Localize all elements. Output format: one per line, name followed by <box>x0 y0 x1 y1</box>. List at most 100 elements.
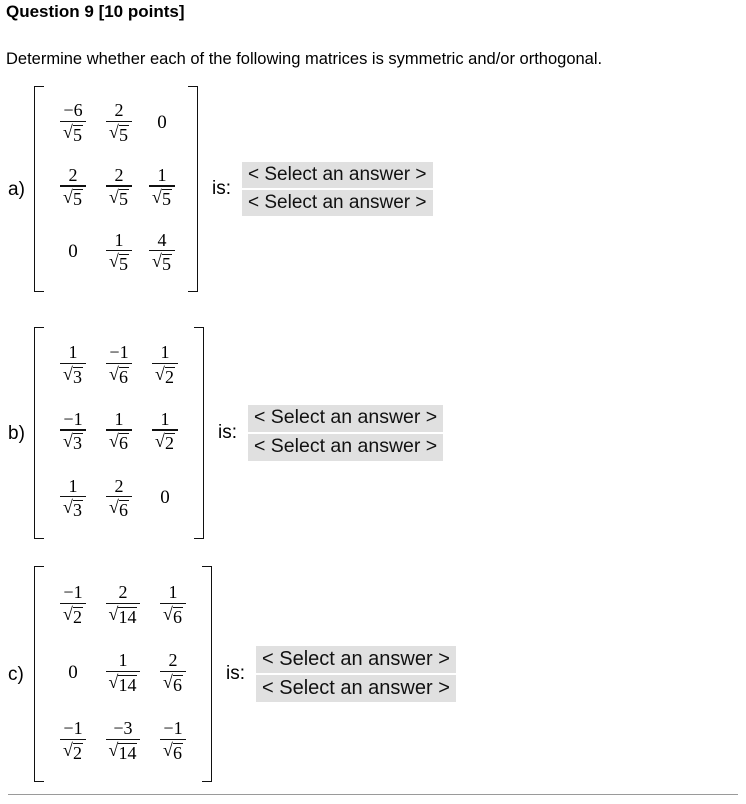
square-root-icon: √ 2 <box>63 741 83 762</box>
square-root-icon: √ 6 <box>109 432 129 453</box>
fraction-denominator: √ 6 <box>160 740 186 762</box>
fraction-numerator: 1 <box>157 165 167 186</box>
radical-sign: √ <box>63 122 73 143</box>
square-root-icon: √ 2 <box>63 605 83 626</box>
problem-b: b) 1 √ 3 −1 √ 6 1 √ 2 −1 √ 3 1 √ 6 1 √ 2 1 √ 3 2 √ 6 0 is: < Sel… <box>0 327 444 539</box>
radicand-value: 6 <box>118 366 129 387</box>
select-orthogonality-a[interactable]: < Select an answer > <box>242 190 433 217</box>
radical-sign: √ <box>109 186 119 207</box>
fraction: −1 √ 2 <box>60 582 86 627</box>
fraction-denominator: √ 14 <box>106 604 141 626</box>
radicand-value: 3 <box>72 433 83 454</box>
page-title: Question 9 [10 points] <box>6 2 185 21</box>
fraction-numerator: −6 <box>63 100 83 121</box>
matrix-row: 1 √ 3 −1 √ 6 1 √ 2 <box>50 333 188 397</box>
matrix-row: 0 1 √ 14 2 √ 6 <box>50 640 196 706</box>
fraction-denominator: √ 5 <box>106 187 132 209</box>
fraction: 2 √ 5 <box>106 165 132 210</box>
fraction-denominator: √ 3 <box>60 364 86 386</box>
fraction-numerator: 2 <box>168 650 178 671</box>
radicand-value: 2 <box>72 606 83 627</box>
fraction: 1 √ 5 <box>149 165 175 210</box>
fraction-denominator: √ 5 <box>149 187 175 209</box>
fraction: 1 √ 6 <box>106 409 132 454</box>
matrix-cell-value: 0 <box>160 487 170 509</box>
square-root-icon: √ 6 <box>163 741 183 762</box>
radical-sign: √ <box>155 364 165 385</box>
radicand-value: 5 <box>72 124 83 145</box>
matrix-row: −1 √ 2 2 √ 14 1 √ 6 <box>50 572 196 638</box>
problem-a-is-label: is: <box>212 178 231 199</box>
radicand-value: 5 <box>72 189 83 210</box>
matrix-left-bracket <box>34 566 44 782</box>
square-root-icon: √ 5 <box>109 123 129 144</box>
matrix-cell: 1 √ 14 <box>105 650 141 695</box>
square-root-icon: √ 6 <box>109 498 129 519</box>
square-root-icon: √ 14 <box>109 673 138 694</box>
select-symmetry-c[interactable]: < Select an answer > <box>256 645 456 673</box>
fraction-denominator: √ 5 <box>60 187 86 209</box>
radical-sign: √ <box>109 251 119 272</box>
radical-sign: √ <box>63 604 73 625</box>
problem-a: a) −6 √ 5 2 √ 5 0 2 √ 5 2 √ 5 1 √ 5 0 1 √ 5 4 √ 5 is: < Select… <box>0 86 433 292</box>
fraction: 1 √ 14 <box>105 650 141 695</box>
radicand-value: 14 <box>118 606 138 627</box>
problem-b-select-stack: < Select an answer > < Select an answer … <box>248 405 444 461</box>
radical-sign: √ <box>163 672 173 693</box>
square-root-icon: √ 3 <box>63 365 83 386</box>
fraction-denominator: √ 6 <box>160 604 186 626</box>
fraction-numerator: 4 <box>157 229 167 250</box>
fraction-numerator: 1 <box>168 582 178 603</box>
radicand-value: 6 <box>172 742 183 763</box>
fraction-numerator: 2 <box>118 582 128 603</box>
matrix-row: −1 √ 2 −3 √ 14 −1 √ 6 <box>50 708 196 774</box>
radical-sign: √ <box>152 251 162 272</box>
square-root-icon: √ 3 <box>63 498 83 519</box>
fraction-numerator: 2 <box>114 165 124 186</box>
fraction-numerator: 1 <box>114 409 124 430</box>
matrix-row: −6 √ 5 2 √ 5 0 <box>50 92 182 154</box>
fraction-numerator: 2 <box>114 475 124 496</box>
radicand-value: 3 <box>72 366 83 387</box>
matrix-cell: 2 √ 5 <box>60 165 86 210</box>
radicand-value: 5 <box>118 189 129 210</box>
matrix-row: 2 √ 5 2 √ 5 1 √ 5 <box>50 157 182 219</box>
matrix-cell: 0 <box>68 242 78 262</box>
select-symmetry-a[interactable]: < Select an answer > <box>242 161 433 188</box>
square-root-icon: √ 14 <box>109 605 138 626</box>
fraction-denominator: √ 5 <box>149 251 175 273</box>
problem-b-is-label: is: <box>218 422 237 443</box>
matrix-a: −6 √ 5 2 √ 5 0 2 √ 5 2 √ 5 1 √ 5 0 1 √ 5 4 √ 5 <box>34 86 198 292</box>
fraction-denominator: √ 3 <box>60 431 86 453</box>
select-symmetry-b[interactable]: < Select an answer > <box>248 405 444 432</box>
fraction: 2 √ 5 <box>106 100 132 145</box>
matrix-b-grid: 1 √ 3 −1 √ 6 1 √ 2 −1 √ 3 1 √ 6 1 √ 2 1 √ 3 2 √ 6 0 <box>46 327 192 539</box>
radicand-value: 14 <box>118 742 138 763</box>
matrix-cell: −1 √ 6 <box>160 718 186 763</box>
problem-b-label: b) <box>8 422 25 444</box>
question-prompt: Determine whether each of the following … <box>6 50 603 68</box>
fraction-numerator: −1 <box>63 718 83 739</box>
matrix-cell: 1 √ 6 <box>160 582 186 627</box>
fraction: −1 √ 2 <box>60 718 86 763</box>
matrix-b: 1 √ 3 −1 √ 6 1 √ 2 −1 √ 3 1 √ 6 1 √ 2 1 √ 3 2 √ 6 0 <box>34 327 204 539</box>
matrix-cell: 2 √ 14 <box>105 582 141 627</box>
fraction: −1 √ 6 <box>106 342 132 387</box>
fraction-numerator: 1 <box>160 409 170 430</box>
radicand-value: 6 <box>172 674 183 695</box>
matrix-cell: 0 <box>157 113 167 133</box>
matrix-cell-value: 0 <box>68 662 78 684</box>
square-root-icon: √ 5 <box>63 123 83 144</box>
select-orthogonality-c[interactable]: < Select an answer > <box>256 675 456 703</box>
select-orthogonality-b[interactable]: < Select an answer > <box>248 434 444 461</box>
matrix-row: 0 1 √ 5 4 √ 5 <box>50 221 182 283</box>
fraction-denominator: √ 2 <box>152 364 178 386</box>
fraction: −3 √ 14 <box>105 718 141 763</box>
radicand-value: 6 <box>118 433 129 454</box>
matrix-cell: 2 √ 6 <box>106 476 132 521</box>
matrix-cell: 2 √ 6 <box>160 650 186 695</box>
radicand-value: 5 <box>118 253 129 274</box>
radical-sign: √ <box>109 364 119 385</box>
square-root-icon: √ 5 <box>63 188 83 209</box>
square-root-icon: √ 5 <box>109 188 129 209</box>
